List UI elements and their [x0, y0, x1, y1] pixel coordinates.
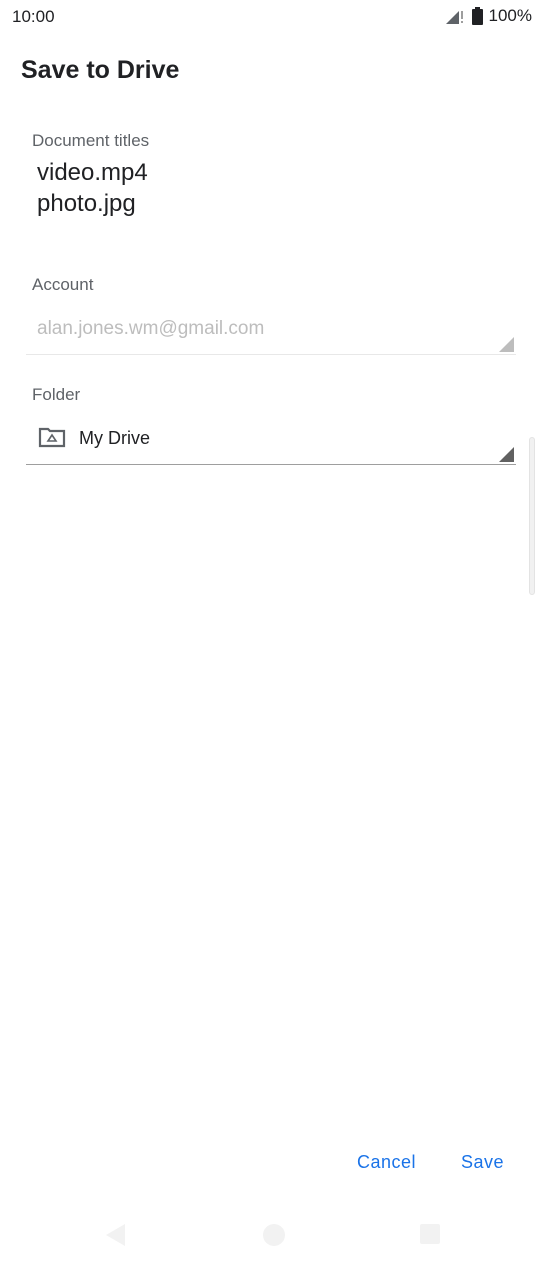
document-titles-list: video.mp4 photo.jpg	[37, 157, 148, 219]
battery-percentage: 100%	[488, 6, 532, 25]
document-title: photo.jpg	[37, 190, 136, 217]
dropdown-arrow-icon	[499, 447, 514, 462]
status-icons: 100%	[444, 6, 532, 26]
account-dropdown[interactable]: alan.jones.wm@gmail.com	[26, 306, 516, 355]
home-icon[interactable]	[263, 1224, 285, 1246]
account-label: Account	[32, 275, 94, 294]
dialog-actions: Cancel Save	[0, 1150, 541, 1180]
account-value: alan.jones.wm@gmail.com	[37, 318, 265, 339]
document-title: video.mp4	[37, 159, 148, 186]
recents-icon[interactable]	[420, 1224, 440, 1244]
status-bar: 10:00 100%	[0, 0, 541, 34]
navigation-bar	[0, 1206, 541, 1264]
document-titles-label: Document titles	[32, 131, 150, 150]
dialog-title: Save to Drive	[21, 56, 180, 84]
cancel-button[interactable]: Cancel	[357, 1152, 416, 1173]
folder-value: My Drive	[79, 428, 150, 448]
back-icon[interactable]	[106, 1224, 125, 1246]
dropdown-arrow-icon	[499, 337, 514, 352]
status-time: 10:00	[12, 7, 55, 26]
battery-icon	[471, 7, 483, 25]
save-button[interactable]: Save	[461, 1152, 504, 1173]
folder-dropdown[interactable]: My Drive	[26, 416, 516, 465]
folder-label: Folder	[32, 385, 81, 404]
scrollbar[interactable]	[529, 437, 535, 595]
drive-folder-icon	[38, 426, 66, 448]
signal-icon	[444, 8, 466, 24]
